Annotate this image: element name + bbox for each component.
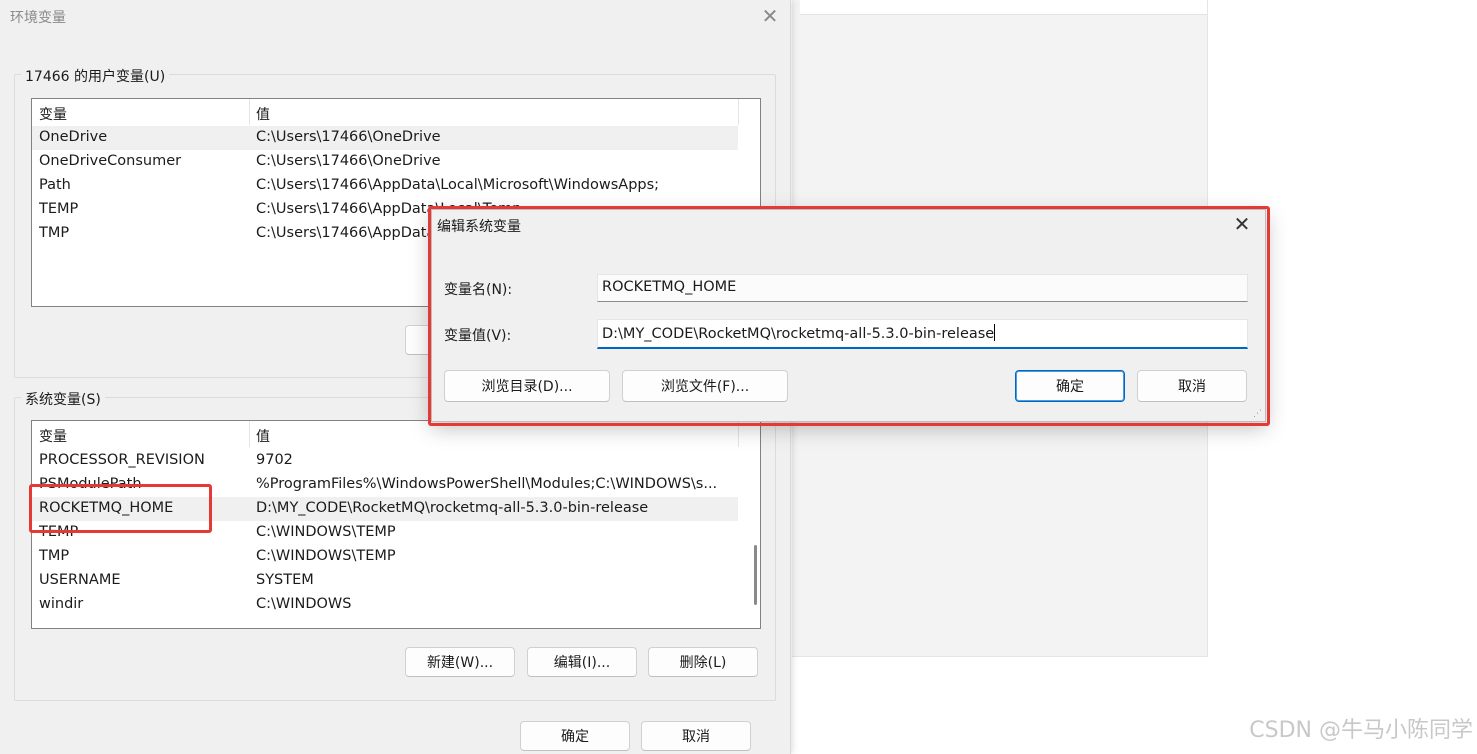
var-value: C:\WINDOWS — [256, 596, 352, 612]
edit-button[interactable]: 编辑(I)... — [527, 647, 637, 677]
browse-directory-button[interactable]: 浏览目录(D)... — [444, 370, 610, 402]
column-header-value[interactable]: 值 — [256, 104, 270, 124]
table-row[interactable]: TMP C:\WINDOWS\TEMP — [32, 545, 738, 569]
var-name: TEMP — [39, 524, 79, 540]
var-name: TMP — [39, 548, 70, 564]
variable-value-label: 变量值(V): — [444, 328, 512, 344]
var-value: 9702 — [256, 452, 293, 468]
system-vars-header: 变量 值 — [32, 421, 760, 447]
column-divider[interactable] — [738, 421, 739, 447]
var-name: TMP — [39, 225, 70, 241]
var-value: %ProgramFiles%\WindowsPowerShell\Modules… — [256, 476, 718, 492]
var-value: C:\Users\17466\OneDrive — [256, 129, 441, 145]
var-name: USERNAME — [39, 572, 121, 588]
system-vars-list[interactable]: 变量 值 PROCESSOR_REVISION 9702 PSModulePat… — [31, 420, 761, 629]
var-name: windir — [39, 596, 84, 612]
dialog-cancel-button[interactable]: 取消 — [1137, 370, 1247, 402]
variable-name-label: 变量名(N): — [444, 282, 513, 298]
var-name: OneDrive — [39, 129, 108, 145]
env-window-title: 环境变量 — [10, 10, 66, 26]
table-row[interactable]: OneDrive C:\Users\17466\OneDrive — [32, 126, 738, 150]
var-value: C:\WINDOWS\TEMP — [256, 548, 396, 564]
var-name: OneDriveConsumer — [39, 153, 182, 169]
new-button[interactable]: 新建(W)... — [405, 647, 515, 677]
dialog-ok-button[interactable]: 确定 — [1015, 370, 1125, 402]
system-vars-group-label: 系统变量(S) — [21, 389, 105, 409]
close-icon[interactable]: ✕ — [1231, 212, 1253, 236]
system-vars-scrollbar[interactable] — [740, 421, 760, 628]
column-divider[interactable] — [249, 99, 250, 125]
user-vars-group-label: 17466 的用户变量(U) — [21, 66, 170, 86]
env-window-titlebar[interactable]: 环境变量 ✕ — [0, 0, 790, 32]
edit-system-variable-dialog: 编辑系统变量 ✕ 变量名(N): ROCKETMQ_HOME 变量值(V): D… — [431, 209, 1266, 422]
var-value: SYSTEM — [256, 572, 314, 588]
table-row[interactable]: windir C:\WINDOWS — [32, 593, 738, 617]
var-name: Path — [39, 177, 71, 193]
delete-button[interactable]: 删除(L) — [648, 647, 758, 677]
column-header-name[interactable]: 变量 — [39, 104, 67, 124]
ok-button[interactable]: 确定 — [520, 721, 630, 751]
text-caret — [994, 324, 996, 341]
var-value: C:\Users\17466\OneDrive — [256, 153, 441, 169]
watermark-text: CSDN @牛马小陈同学 — [1249, 718, 1473, 743]
table-row[interactable]: PSModulePath %ProgramFiles%\WindowsPower… — [32, 473, 738, 497]
table-row-selected[interactable]: ROCKETMQ_HOME D:\MY_CODE\RocketMQ\rocket… — [32, 497, 738, 521]
var-name: TEMP — [39, 201, 79, 217]
variable-name-text: ROCKETMQ_HOME — [602, 279, 737, 295]
column-header-name[interactable]: 变量 — [39, 426, 67, 446]
cancel-button[interactable]: 取消 — [641, 721, 751, 751]
table-row[interactable]: Path C:\Users\17466\AppData\Local\Micros… — [32, 174, 738, 198]
var-name: PROCESSOR_REVISION — [39, 452, 205, 468]
variable-name-input[interactable]: ROCKETMQ_HOME — [597, 274, 1248, 302]
table-row[interactable]: OneDriveConsumer C:\Users\17466\OneDrive — [32, 150, 738, 174]
table-row[interactable]: TEMP C:\WINDOWS\TEMP — [32, 521, 738, 545]
user-vars-header: 变量 值 — [32, 99, 760, 125]
column-divider[interactable] — [738, 99, 739, 125]
variable-value-input[interactable]: D:\MY_CODE\RocketMQ\rocketmq-all-5.3.0-b… — [597, 319, 1248, 349]
var-value: C:\Users\17466\AppData\Local\Microsoft\W… — [256, 177, 660, 193]
table-row[interactable]: USERNAME SYSTEM — [32, 569, 738, 593]
column-divider[interactable] — [249, 421, 250, 447]
var-value: C:\WINDOWS\TEMP — [256, 524, 396, 540]
scrollbar-thumb[interactable] — [754, 545, 757, 605]
table-row[interactable]: PROCESSOR_REVISION 9702 — [32, 449, 738, 473]
background-panel-inner — [800, 0, 1207, 15]
var-name: ROCKETMQ_HOME — [39, 500, 174, 516]
resize-grip-icon[interactable]: ⋰ — [1253, 409, 1263, 419]
close-icon[interactable]: ✕ — [759, 4, 781, 28]
browse-file-button[interactable]: 浏览文件(F)... — [622, 370, 788, 402]
dialog-title: 编辑系统变量 — [437, 219, 521, 235]
var-name: PSModulePath — [39, 476, 142, 492]
column-header-value[interactable]: 值 — [256, 426, 270, 446]
variable-value-text: D:\MY_CODE\RocketMQ\rocketmq-all-5.3.0-b… — [602, 326, 995, 342]
var-value: D:\MY_CODE\RocketMQ\rocketmq-all-5.3.0-b… — [256, 500, 649, 516]
